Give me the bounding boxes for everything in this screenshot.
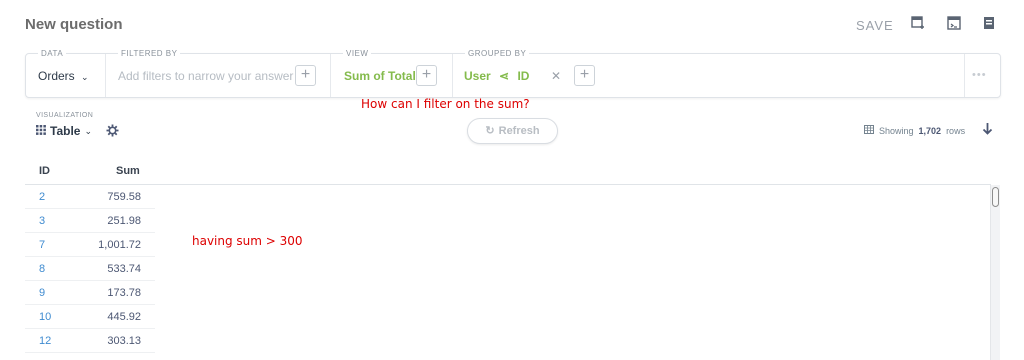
table-row: 12 303.13 xyxy=(25,329,155,353)
data-section: DATA Orders ⌄ xyxy=(26,49,116,97)
refresh-button[interactable]: ↻ Refresh xyxy=(467,118,558,144)
filter-placeholder[interactable]: Add filters to narrow your answer xyxy=(118,69,293,83)
cell-id[interactable]: 9 xyxy=(39,287,45,299)
table-body: 2 759.58 3 251.98 7 1,001.72 8 533.74 9 173.78 10 4… xyxy=(25,185,155,360)
filter-section: FILTERED BY Add filters to narrow your a… xyxy=(106,49,331,97)
visualization-select[interactable]: Table ⌄ xyxy=(36,124,92,138)
top-bar: New question SAVE xyxy=(0,0,1024,50)
add-breakout-button[interactable]: + xyxy=(574,65,595,86)
download-icon[interactable] xyxy=(982,123,993,141)
column-header-sum[interactable]: Sum xyxy=(116,165,140,177)
cell-sum: 173.78 xyxy=(107,287,141,299)
cell-sum: 1,001.72 xyxy=(98,239,141,251)
breakout-field-name: User xyxy=(464,69,491,83)
refresh-icon: ↻ xyxy=(485,125,495,137)
cell-id[interactable]: 3 xyxy=(39,215,45,227)
filter-label: FILTERED BY xyxy=(118,49,181,58)
gear-icon[interactable] xyxy=(106,124,119,142)
view-section: VIEW Sum of Total + xyxy=(331,49,441,97)
embed-icon[interactable] xyxy=(947,16,961,30)
table-row: 13780.14 xyxy=(25,353,155,360)
scrollbar-thumb[interactable] xyxy=(992,187,999,207)
more-options-icon[interactable]: ••• xyxy=(972,69,987,81)
table-header: ID Sum xyxy=(25,160,991,185)
cell-sum: 759.58 xyxy=(107,191,141,203)
scrollbar-track[interactable] xyxy=(990,185,1000,360)
table-row: 3 251.98 xyxy=(25,209,155,233)
cell-id[interactable]: 7 xyxy=(39,239,45,251)
view-label: VIEW xyxy=(343,49,372,58)
row-count-value: 1,702 xyxy=(918,125,942,136)
table-row: 10 445.92 xyxy=(25,305,155,329)
table-row: 2 759.58 xyxy=(25,185,155,209)
cell-sum: 445.92 xyxy=(107,311,141,323)
table-row: 7 1,001.72 xyxy=(25,233,155,257)
add-aggregation-button[interactable]: + xyxy=(416,65,437,86)
table-icon xyxy=(864,125,874,136)
remove-breakout-icon[interactable]: ✕ xyxy=(551,69,561,83)
question-annotation: How can I filter on the sum? xyxy=(361,97,530,111)
data-label: DATA xyxy=(38,49,67,58)
add-filter-button[interactable]: + xyxy=(295,65,316,86)
clipboard-icon[interactable] xyxy=(982,16,996,30)
table-select-value: Orders xyxy=(38,69,75,83)
breakout-subfield: ID xyxy=(517,69,530,83)
row-count-suffix: rows xyxy=(946,125,966,136)
cell-sum: 533.74 xyxy=(107,263,141,275)
refresh-label: Refresh xyxy=(498,125,540,137)
section-divider xyxy=(964,54,965,97)
cell-sum: 251.98 xyxy=(107,215,141,227)
row-count-prefix: Showing xyxy=(879,125,914,136)
column-header-id[interactable]: ID xyxy=(39,165,50,177)
table-row: 8 533.74 xyxy=(25,257,155,281)
cell-sum: 303.13 xyxy=(107,335,141,347)
visualization-label: VISUALIZATION xyxy=(36,112,94,119)
breakout-field[interactable]: User ⋖ ID xyxy=(464,69,529,83)
group-section: GROUPED BY User ⋖ ID ✕ + xyxy=(453,49,603,97)
query-builder: DATA Orders ⌄ FILTERED BY Add filters to… xyxy=(25,49,1001,98)
aggregation-select[interactable]: Sum of Total xyxy=(344,69,416,83)
table-select[interactable]: Orders ⌄ xyxy=(38,69,89,83)
cell-id[interactable]: 2 xyxy=(39,191,45,203)
row-count: Showing 1,702 rows xyxy=(864,125,965,136)
having-annotation: having sum > 300 xyxy=(192,234,303,248)
connection-icon: ⋖ xyxy=(499,69,510,83)
grid-icon xyxy=(36,124,46,138)
chevron-down-icon: ⌄ xyxy=(81,72,89,82)
chevron-down-icon: ⌄ xyxy=(84,125,92,136)
cell-id[interactable]: 8 xyxy=(39,263,45,275)
page-title: New question xyxy=(25,16,123,33)
table-row: 9 173.78 xyxy=(25,281,155,305)
cell-id[interactable]: 12 xyxy=(39,335,51,347)
cell-id[interactable]: 10 xyxy=(39,311,51,323)
add-to-dashboard-icon[interactable] xyxy=(911,16,925,30)
visualization-value: Table xyxy=(50,124,81,138)
group-label: GROUPED BY xyxy=(465,49,530,58)
save-button[interactable]: SAVE xyxy=(856,18,894,33)
